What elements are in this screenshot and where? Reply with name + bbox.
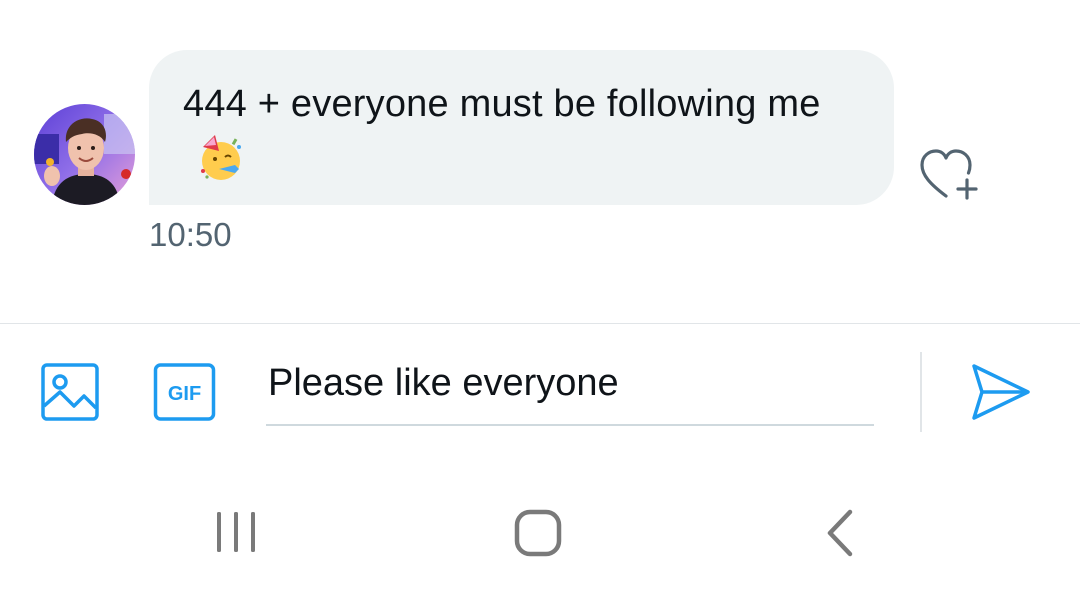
- gif-label: GIF: [168, 383, 201, 405]
- partying-face-emoji-icon: [195, 133, 245, 183]
- message-input[interactable]: Please like everyone: [266, 352, 874, 426]
- recents-icon[interactable]: [210, 508, 262, 556]
- gif-button[interactable]: GIF: [153, 362, 216, 422]
- image-icon[interactable]: [40, 362, 100, 422]
- composer-divider: [0, 323, 1080, 324]
- back-icon[interactable]: [818, 506, 862, 560]
- message-input-value: Please like everyone: [268, 362, 619, 404]
- send-icon[interactable]: [968, 360, 1032, 424]
- message-bubble[interactable]: 444 + everyone must be following me: [149, 50, 894, 205]
- sender-avatar[interactable]: [34, 104, 135, 205]
- add-reaction-heart-icon[interactable]: [918, 146, 988, 202]
- avatar-image: [34, 104, 135, 205]
- message-timestamp: 10:50: [149, 216, 232, 253]
- home-icon[interactable]: [512, 508, 564, 558]
- dm-conversation-screen: 444 + everyone must be following me 10:5…: [0, 0, 1080, 599]
- send-separator: [920, 352, 922, 432]
- message-body: 444 + everyone must be following me: [183, 83, 821, 125]
- message-text: 444 + everyone must be following me: [183, 76, 843, 188]
